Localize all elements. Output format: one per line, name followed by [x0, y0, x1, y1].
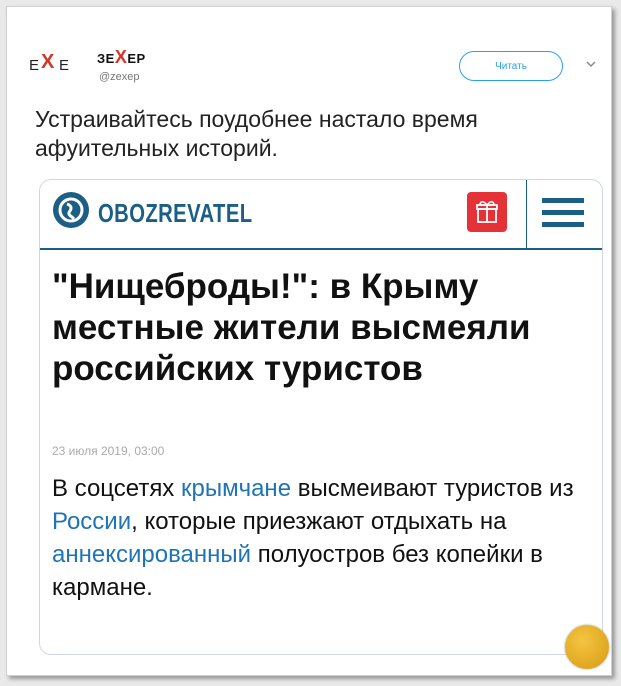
author-name-part: ЕР	[127, 51, 146, 66]
site-logo-text: OBOZREVATEL	[98, 198, 253, 228]
header-divider	[526, 180, 527, 248]
body-link[interactable]: России	[52, 508, 131, 535]
avatar-x-letter: X	[41, 51, 55, 73]
body-link[interactable]: крымчане	[181, 475, 291, 502]
body-text-segment: высмеивают туристов из	[291, 475, 574, 502]
tweet-frame: E X E ЗЕХЕР @zexep Читать Устраивайтесь …	[6, 6, 612, 676]
site-header: OBOZREVATEL	[40, 180, 602, 250]
tweet-text: Устраивайтесь поудобнее настало время аф…	[35, 106, 478, 161]
avatar[interactable]: E X E	[29, 45, 101, 81]
body-text-segment: В соцсетях	[52, 475, 181, 502]
author-handle[interactable]: @zexep	[99, 71, 140, 83]
author-name-part: ЗЕ	[97, 51, 115, 66]
article-date: 23 июля 2019, 03:00	[52, 444, 165, 458]
gift-icon	[476, 201, 498, 223]
avatar-letter: E	[59, 57, 71, 74]
globe-logo-icon	[53, 192, 89, 228]
article-card[interactable]: OBOZREVATEL "Нищеброды!": в Крыму местны…	[39, 179, 603, 655]
author-name[interactable]: ЗЕХЕР	[97, 47, 146, 68]
body-text-segment: , которые приезжают отдыхать на	[131, 508, 507, 535]
follow-button[interactable]: Читать	[459, 51, 563, 81]
watermark-logo	[565, 625, 609, 669]
chevron-down-icon[interactable]	[585, 58, 597, 70]
body-link[interactable]: аннексированный	[52, 541, 251, 568]
gift-button[interactable]	[467, 192, 507, 232]
author-name-x: Х	[114, 47, 128, 67]
menu-icon[interactable]	[542, 196, 584, 230]
avatar-letter: E	[29, 57, 41, 74]
article-body: В соцсетях крымчане высмеивают туристов …	[52, 472, 582, 604]
article-headline[interactable]: "Нищеброды!": в Крыму местные жители выс…	[52, 266, 592, 389]
